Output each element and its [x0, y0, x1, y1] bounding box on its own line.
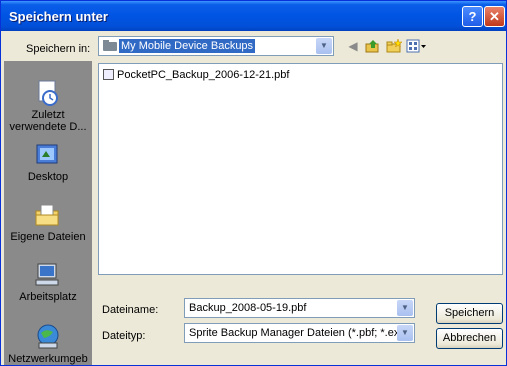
back-icon[interactable]: ◀	[345, 39, 361, 53]
new-folder-icon[interactable]	[386, 38, 403, 53]
places-bar: Zuletzt verwendete D... Desktop Eigene D…	[4, 61, 92, 365]
title-bar[interactable]: Speichern unter ? ✕	[1, 1, 506, 31]
recent-documents-icon	[33, 79, 63, 107]
close-button[interactable]: ✕	[484, 6, 505, 27]
place-label: Arbeitsplatz	[19, 291, 77, 303]
filetype-label: Dateityp:	[102, 330, 146, 342]
save-in-value: My Mobile Device Backups	[119, 39, 256, 53]
place-recent[interactable]: Zuletzt verwendete D...	[4, 79, 92, 133]
up-folder-icon[interactable]	[365, 39, 381, 53]
place-label: Desktop	[27, 171, 69, 183]
file-list[interactable]: PocketPC_Backup_2006-12-21.pbf	[98, 63, 503, 275]
place-desktop[interactable]: Desktop	[4, 141, 92, 183]
desktop-icon	[33, 141, 63, 169]
filename-label: Dateiname:	[102, 304, 159, 316]
place-label: Netzwerkumgeb	[8, 353, 88, 365]
chevron-down-icon[interactable]: ▼	[397, 300, 413, 316]
place-label: Zuletzt verwendete D...	[9, 109, 87, 133]
save-in-label: Speichern in:	[26, 43, 91, 55]
my-computer-icon	[33, 261, 63, 289]
save-in-dropdown[interactable]: My Mobile Device Backups ▼	[98, 36, 334, 56]
filename-value: Backup_2008-05-19.pbf	[189, 302, 307, 314]
network-icon	[33, 323, 63, 351]
file-name: PocketPC_Backup_2006-12-21.pbf	[117, 69, 290, 81]
filetype-dropdown[interactable]: Sprite Backup Manager Dateien (*.pbf; *.…	[184, 323, 415, 343]
place-network[interactable]: Netzwerkumgeb	[4, 323, 92, 365]
chevron-down-icon[interactable]: ▼	[316, 38, 332, 54]
place-my-computer[interactable]: Arbeitsplatz	[4, 261, 92, 303]
save-button[interactable]: Speichern	[436, 303, 503, 324]
help-button[interactable]: ?	[462, 6, 483, 27]
place-label: Eigene Dateien	[10, 231, 86, 243]
place-my-documents[interactable]: Eigene Dateien	[4, 201, 92, 243]
cancel-button[interactable]: Abbrechen	[436, 328, 503, 349]
list-item[interactable]: PocketPC_Backup_2006-12-21.pbf	[103, 69, 289, 81]
chevron-down-icon[interactable]: ▼	[397, 325, 413, 341]
folder-icon	[103, 40, 117, 51]
save-as-dialog: Speichern unter ? ✕ Speichern in: My Mob…	[0, 0, 507, 366]
filetype-value: Sprite Backup Manager Dateien (*.pbf; *.…	[189, 327, 410, 339]
window-title: Speichern unter	[9, 9, 108, 24]
file-icon	[103, 69, 114, 80]
view-menu-icon[interactable]	[406, 39, 428, 53]
filename-field[interactable]: Backup_2008-05-19.pbf ▼	[184, 298, 415, 318]
my-documents-icon	[33, 201, 63, 229]
